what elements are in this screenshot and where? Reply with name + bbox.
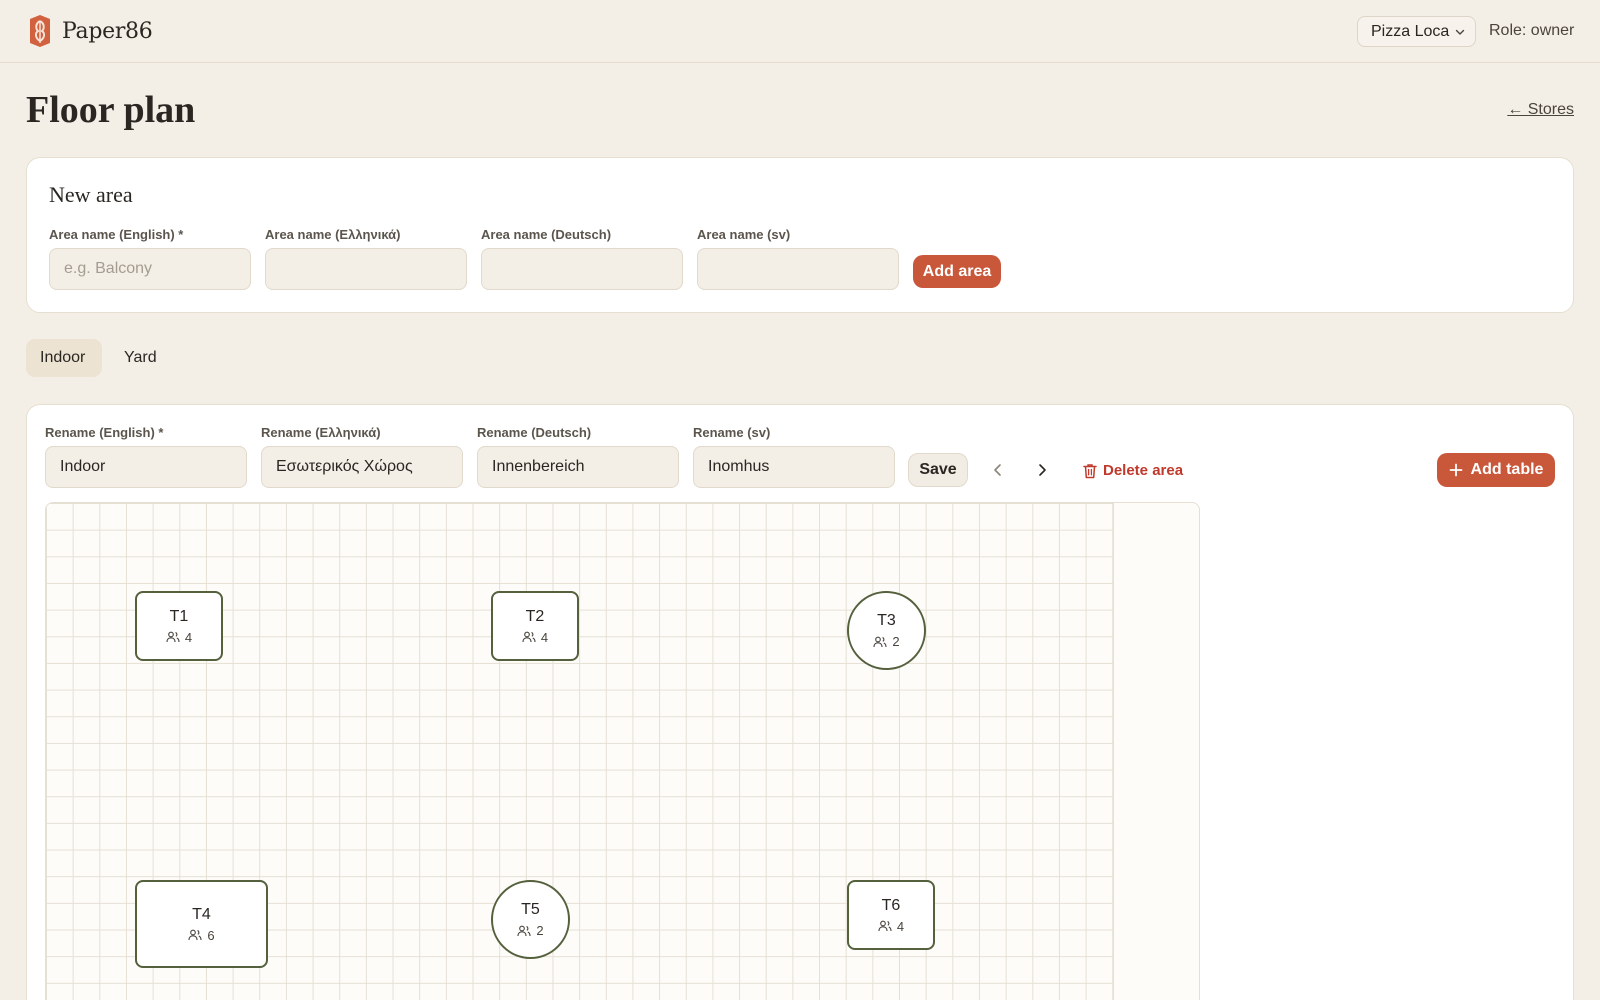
table-seats: 4	[522, 630, 548, 645]
table-seats: 6	[188, 927, 215, 943]
rename-greek-input[interactable]	[261, 446, 463, 488]
floor-plan-canvas[interactable]: T1 4 T2 4 T3 2 T4 6 T5 2 T6 4	[45, 502, 1200, 1000]
users-icon	[522, 631, 536, 643]
add-area-button[interactable]: Add area	[913, 255, 1001, 288]
rename-greek-label: Rename (Ελληνικά)	[261, 425, 381, 440]
table-seats: 2	[873, 634, 900, 649]
table-seat-count: 6	[207, 927, 215, 943]
table-name: T3	[877, 612, 896, 629]
role-label: Role: owner	[1489, 22, 1575, 39]
users-icon	[878, 920, 892, 932]
table-t4[interactable]: T4 6	[135, 880, 268, 968]
tab-indoor[interactable]: Indoor	[26, 339, 102, 377]
table-seats: 2	[517, 923, 544, 938]
area-name-swedish-label: Area name (sv)	[697, 227, 791, 242]
rename-swedish-label: Rename (sv)	[693, 425, 771, 440]
table-name: T5	[521, 901, 540, 918]
store-select[interactable]: Pizza Loca	[1357, 16, 1476, 47]
area-name-german-label: Area name (Deutsch)	[481, 227, 612, 242]
brand[interactable]: Paper86	[26, 13, 153, 49]
table-t2[interactable]: T2 4	[491, 591, 579, 661]
chevron-down-icon	[1455, 29, 1465, 35]
table-t6[interactable]: T6 4	[847, 880, 935, 950]
chevron-left-icon[interactable]	[986, 458, 1010, 482]
users-icon	[873, 636, 887, 647]
page-title: Floor plan	[26, 89, 196, 131]
users-icon	[188, 929, 202, 941]
table-seat-count: 4	[896, 918, 905, 934]
area-editor-card: Rename (English) * Rename (Ελληνικά) Ren…	[26, 404, 1574, 1000]
area-name-swedish-input[interactable]	[697, 248, 899, 290]
table-t5[interactable]: T5 2	[491, 880, 570, 959]
save-button[interactable]: Save	[908, 453, 968, 487]
table-t3[interactable]: T3 2	[847, 591, 926, 670]
users-icon	[166, 631, 180, 643]
rename-german-input[interactable]	[477, 446, 679, 488]
add-table-label: Add table	[1470, 461, 1544, 478]
area-name-greek-input[interactable]	[265, 248, 467, 290]
rename-german-label: Rename (Deutsch)	[477, 425, 592, 440]
logo-icon	[30, 15, 50, 47]
tab-yard[interactable]: Yard	[110, 339, 176, 377]
users-icon	[517, 925, 531, 936]
plus-icon	[1449, 463, 1462, 477]
new-area-title: New area	[49, 182, 133, 207]
table-seat-count: 4	[540, 629, 549, 645]
rename-english-label: Rename (English) *	[45, 425, 164, 440]
table-name: T4	[192, 905, 211, 923]
new-area-card: New area Area name (English) * Area name…	[26, 157, 1574, 313]
table-t1[interactable]: T1 4	[135, 591, 223, 661]
rename-swedish-input[interactable]	[693, 446, 895, 488]
table-name: T6	[881, 896, 901, 914]
table-seat-count: 4	[184, 629, 193, 645]
table-seats: 4	[166, 630, 192, 645]
delete-area-label: Delete area	[1103, 462, 1184, 479]
area-name-english-label: Area name (English) *	[49, 227, 184, 242]
table-name: T1	[169, 607, 189, 625]
table-seat-count: 2	[892, 634, 900, 649]
area-name-english-input[interactable]	[49, 248, 251, 290]
brand-name: Paper86	[62, 18, 153, 44]
delete-area-button[interactable]: Delete area	[1083, 462, 1183, 479]
top-bar: Paper86 Pizza Loca Role: owner	[0, 0, 1600, 63]
table-seats: 4	[878, 919, 904, 934]
back-to-stores-link[interactable]: ← Stores	[1507, 101, 1574, 119]
trash-icon	[1083, 463, 1097, 478]
add-table-button[interactable]: Add table	[1437, 453, 1555, 487]
table-name: T2	[525, 607, 545, 625]
table-seat-count: 2	[536, 923, 544, 938]
rename-english-input[interactable]	[45, 446, 247, 488]
area-name-german-input[interactable]	[481, 248, 683, 290]
chevron-right-icon[interactable]	[1030, 458, 1054, 482]
store-select-value: Pizza Loca	[1371, 23, 1450, 40]
area-name-greek-label: Area name (Ελληνικά)	[265, 227, 401, 242]
